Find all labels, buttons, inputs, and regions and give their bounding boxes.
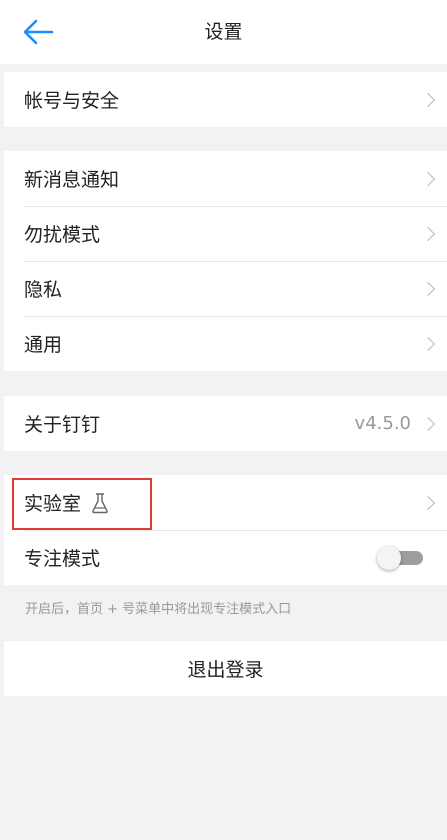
lab-focus-group: 实验室 专注模式 [4,475,447,585]
chevron-right-icon [420,92,436,107]
flask-icon [92,492,108,513]
account-security-label: 帐号与安全 [24,90,120,112]
focus-mode-item: 专注模式 [4,530,447,585]
version-text: v4.5.0 [354,413,411,434]
logout-button[interactable]: 退出登录 [4,641,447,696]
toggle-knob [377,545,401,570]
focus-mode-toggle[interactable] [377,545,423,570]
focus-mode-hint: 开启后，首页 + 号菜单中将出现专注模式入口 [25,602,292,617]
chevron-right-icon [420,495,436,510]
chevron-right-icon [420,281,436,296]
new-message-notification-item[interactable]: 新消息通知 [4,151,447,206]
general-group: 新消息通知 勿扰模式 隐私 通用 [4,151,447,371]
privacy-label: 隐私 [24,279,63,301]
lab-label: 实验室 [24,493,82,515]
focus-mode-label: 专注模式 [24,548,101,570]
navigation-bar: 设置 [0,0,447,64]
account-group: 帐号与安全 [4,72,447,127]
page-title: 设置 [204,21,243,43]
do-not-disturb-item[interactable]: 勿扰模式 [4,206,447,261]
lab-item[interactable]: 实验室 [4,475,447,530]
chevron-right-icon [420,171,436,186]
general-label: 通用 [24,334,63,356]
chevron-right-icon [420,226,436,241]
do-not-disturb-label: 勿扰模式 [24,224,101,246]
about-label: 关于钉钉 [24,414,101,436]
general-item[interactable]: 通用 [4,316,447,371]
privacy-item[interactable]: 隐私 [4,261,447,316]
new-message-notification-label: 新消息通知 [24,169,120,191]
chevron-right-icon [420,416,436,431]
account-security-item[interactable]: 帐号与安全 [4,72,447,127]
about-group: 关于钉钉 v4.5.0 [4,396,447,451]
chevron-right-icon [420,336,436,351]
about-item[interactable]: 关于钉钉 v4.5.0 [4,396,447,451]
